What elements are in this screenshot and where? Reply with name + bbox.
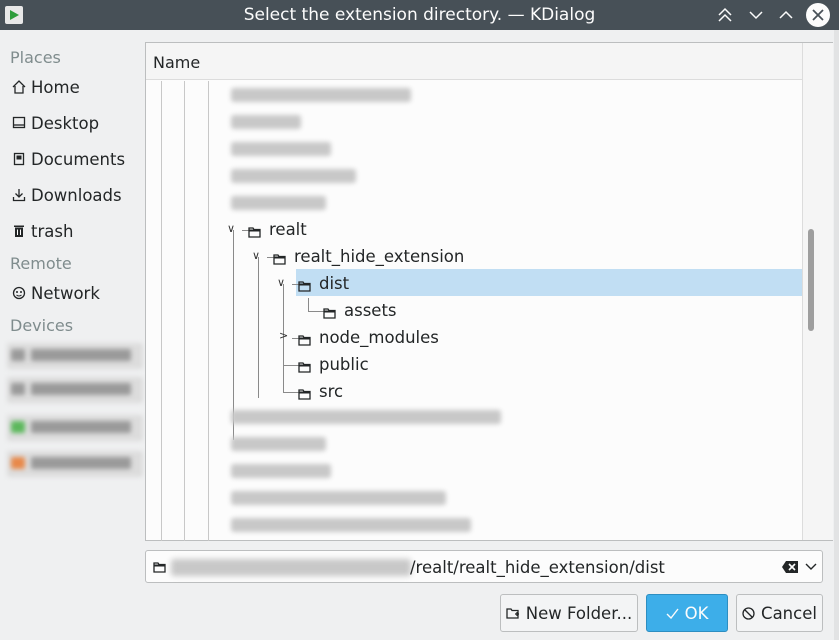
folder-icon	[323, 304, 338, 319]
close-button[interactable]	[806, 3, 830, 27]
tree-line	[258, 257, 259, 398]
device-item[interactable]	[7, 343, 143, 369]
tree-item-label: src	[319, 382, 344, 401]
places-header: Places	[10, 48, 61, 67]
tree-item-assets[interactable]: assets	[323, 297, 397, 324]
place-label: Home	[31, 77, 80, 97]
close-icon	[812, 9, 824, 21]
folder-icon	[273, 250, 288, 265]
path-prefix-redacted	[171, 559, 411, 576]
folder-icon	[298, 385, 313, 400]
list-item[interactable]	[231, 196, 326, 210]
network-icon	[10, 284, 28, 302]
tree-item-node-modules[interactable]: node_modules	[298, 324, 439, 351]
file-tree-view[interactable]: Name ∨ ∨ ∨ > realt realt_hide_extension …	[145, 42, 833, 541]
maximize-button[interactable]	[774, 3, 798, 27]
tree-item-src[interactable]: src	[298, 378, 343, 405]
new-folder-label: New Folder...	[525, 603, 633, 623]
place-desktop[interactable]: Desktop	[8, 108, 143, 138]
clear-text-icon[interactable]	[781, 560, 799, 574]
place-label: Desktop	[31, 113, 100, 133]
chevron-down-icon[interactable]: ∨	[252, 249, 260, 262]
list-item[interactable]	[231, 115, 301, 129]
folder-icon	[153, 562, 166, 573]
scrollbar-handle[interactable]	[808, 229, 814, 331]
place-home[interactable]: Home	[8, 72, 143, 102]
device-item[interactable]	[7, 451, 143, 477]
list-item[interactable]	[231, 88, 411, 102]
place-network[interactable]: Network	[8, 278, 143, 308]
path-combobox[interactable]: /realt/realt_hide_extension/dist	[145, 550, 823, 583]
downloads-icon	[10, 186, 28, 204]
double-chevron-up-icon	[718, 7, 732, 22]
tree-item-label: realt	[269, 220, 307, 239]
place-label: Network	[31, 283, 100, 303]
home-icon	[10, 78, 28, 96]
documents-icon	[10, 150, 28, 168]
place-label: Documents	[31, 149, 126, 169]
tree-line	[233, 230, 234, 440]
title-bar: Select the extension directory. — KDialo…	[0, 0, 839, 30]
tree-item-public[interactable]: public	[298, 351, 369, 378]
ok-button[interactable]: OK	[646, 594, 728, 632]
tree-item-label: dist	[319, 274, 350, 293]
list-item[interactable]	[231, 464, 331, 478]
place-documents[interactable]: Documents	[8, 144, 143, 174]
device-item[interactable]	[7, 415, 143, 441]
tree-line	[308, 298, 309, 311]
place-downloads[interactable]: Downloads	[8, 180, 143, 210]
remote-header: Remote	[10, 254, 72, 273]
list-item[interactable]	[231, 142, 331, 156]
new-folder-icon	[506, 607, 520, 620]
tree-item-dist[interactable]: dist	[298, 270, 349, 297]
folder-icon	[298, 277, 313, 292]
column-header-name[interactable]: Name	[146, 43, 802, 80]
chevron-down-icon[interactable]: ∨	[277, 276, 285, 289]
devices-header: Devices	[10, 316, 74, 335]
desktop-icon	[10, 114, 28, 132]
place-label: trash	[31, 221, 74, 241]
column-label: Name	[153, 53, 201, 72]
cancel-button[interactable]: Cancel	[736, 594, 823, 632]
tree-guide	[208, 81, 209, 541]
trash-icon	[10, 222, 28, 240]
tree-item-realt-hide-extension[interactable]: realt_hide_extension	[273, 243, 464, 270]
place-trash[interactable]: trash	[8, 216, 143, 246]
tree-guide	[161, 81, 162, 541]
scrollbar[interactable]	[802, 43, 833, 540]
tree-item-label: assets	[344, 301, 397, 320]
tree-guide	[184, 81, 185, 541]
selection-highlight	[296, 269, 802, 296]
window-edge	[834, 30, 839, 640]
chevron-up-icon	[779, 10, 793, 19]
list-item[interactable]	[231, 169, 356, 183]
tree-item-label: node_modules	[319, 328, 439, 347]
chevron-down-icon[interactable]	[805, 562, 817, 572]
check-icon	[666, 608, 679, 619]
list-item[interactable]	[231, 410, 501, 424]
list-item[interactable]	[231, 518, 471, 532]
place-label: Downloads	[31, 185, 122, 205]
minimize-button[interactable]	[744, 3, 768, 27]
cancel-label: Cancel	[761, 603, 817, 623]
chevron-down-icon	[749, 11, 763, 20]
tree-item-label: public	[319, 355, 369, 374]
chevron-down-icon[interactable]: ∨	[227, 222, 235, 235]
folder-icon	[248, 223, 263, 238]
list-item[interactable]	[231, 437, 326, 451]
new-folder-button[interactable]: New Folder...	[500, 594, 638, 632]
keep-above-button[interactable]	[713, 3, 737, 27]
places-panel: Places Home Desktop Documents Downloads …	[0, 40, 145, 560]
folder-icon	[298, 358, 313, 373]
ok-label: OK	[684, 603, 709, 623]
folder-icon	[298, 331, 313, 346]
device-item[interactable]	[7, 377, 143, 403]
tree-item-realt[interactable]: realt	[248, 216, 307, 243]
chevron-right-icon[interactable]: >	[279, 329, 288, 342]
path-text[interactable]: /realt/realt_hide_extension/dist	[410, 558, 665, 577]
cancel-icon	[742, 606, 755, 620]
tree-item-label: realt_hide_extension	[294, 247, 465, 266]
list-item[interactable]	[231, 491, 446, 505]
